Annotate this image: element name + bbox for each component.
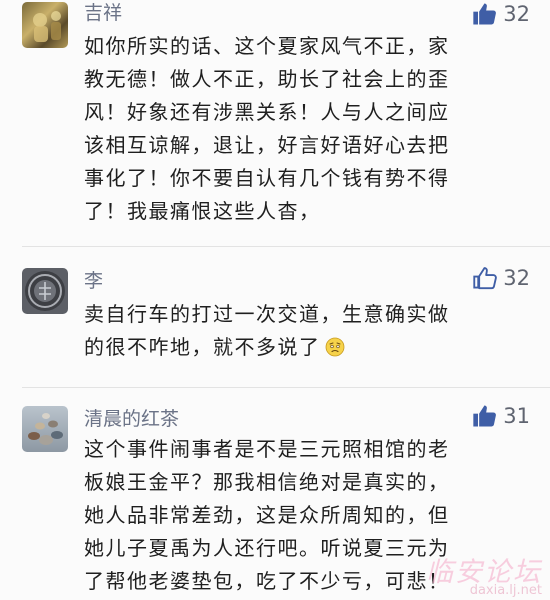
- divider: [22, 387, 550, 388]
- comment-line: 板娘王金平？那我相信绝对是真实的，: [84, 470, 450, 494]
- like-count: 31: [503, 404, 530, 428]
- like-button[interactable]: 32: [471, 0, 530, 28]
- comment-line: 事化了！你不要自认有几个钱有势不得: [84, 166, 450, 190]
- avatar[interactable]: [22, 2, 68, 48]
- comment-line: 如你所实的话、这个夏家风气不正，家: [84, 34, 450, 58]
- comment-line: 了！我最痛恨这些人杳，: [84, 199, 321, 223]
- like-count: 32: [503, 266, 530, 290]
- comment-text: 如你所实的话、这个夏家风气不正，家 教无德！做人不正，助长了社会上的歪 风！好象…: [84, 30, 534, 228]
- username[interactable]: 李: [84, 266, 103, 293]
- comment-line: 卖自行车的打过一次交道，生意确实做: [84, 302, 450, 326]
- gold-statue-avatar-icon: [33, 11, 61, 42]
- comment-line: 她人品非常差劲，这是众所周知的，但: [84, 503, 450, 527]
- comment-line: 的很不咋地，就不多说了: [84, 331, 534, 364]
- pebbles-avatar-icon: [28, 413, 63, 445]
- avatar[interactable]: [22, 268, 68, 314]
- like-button[interactable]: 31: [471, 402, 530, 430]
- comment-line: 教无德！做人不正，助长了社会上的歪: [84, 67, 450, 91]
- comment-line: 这个事件闹事者是不是三元照相馆的老: [84, 437, 450, 461]
- like-button[interactable]: 32: [471, 264, 530, 292]
- coin-avatar-icon: [25, 271, 65, 311]
- comment-line-text: 的很不咋地，就不多说了: [84, 335, 321, 359]
- like-count: 32: [503, 2, 530, 26]
- username[interactable]: 清晨的红茶: [84, 404, 179, 431]
- watermark: 临安论坛 daxia.lj.net: [426, 550, 542, 598]
- comment-line: 该相互谅解，退让，好言好语好心去把: [84, 133, 450, 157]
- username[interactable]: 吉祥: [84, 0, 122, 25]
- comment-text: 卖自行车的打过一次交道，生意确实做 的很不咋地，就不多说了: [84, 298, 534, 364]
- thumbs-up-outline-icon: [473, 267, 498, 290]
- comment-line: 风！好象还有涉黑关系！人与人之间应: [84, 100, 450, 124]
- thumbs-up-filled-icon: [473, 405, 497, 427]
- thumbs-up-filled-icon: [473, 3, 497, 25]
- avatar[interactable]: [22, 406, 68, 452]
- worried-face-emoji-icon: [325, 337, 344, 357]
- divider: [22, 246, 550, 247]
